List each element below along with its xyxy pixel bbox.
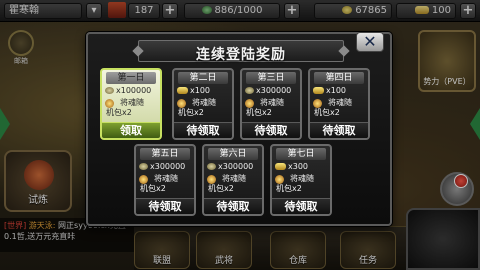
soul-line1: 将魂随 xyxy=(120,98,144,107)
soul-line1: 将魂随 xyxy=(260,98,284,107)
dialog-title: 连续登陆奖励 xyxy=(196,47,286,63)
reward-amount: x100 xyxy=(177,86,210,96)
gold-ingot-icon xyxy=(313,87,324,94)
soul-pack-icon xyxy=(313,99,322,108)
amount-text: x300000 xyxy=(256,86,292,95)
soul-line2: 机包x2 xyxy=(106,108,132,117)
silver-icon xyxy=(245,87,254,94)
soul-line2: 机包x2 xyxy=(140,184,166,193)
soul-pack-icon xyxy=(177,99,186,108)
reward-card-day4[interactable]: 第四日 x100 将魂随 机包x2 待领取 xyxy=(308,68,370,140)
reward-card-day6[interactable]: 第六日 x300000 将魂随 机包x2 待领取 xyxy=(202,144,264,216)
reward-card-day3[interactable]: 第三日 x300000 将魂随 机包x2 待领取 xyxy=(240,68,302,140)
pending-button[interactable]: 待领取 xyxy=(310,122,368,138)
pending-button[interactable]: 待领取 xyxy=(136,198,194,214)
soul-pack-icon xyxy=(245,99,254,108)
day-label: 第五日 xyxy=(140,148,190,160)
amount-text: x100000 xyxy=(116,86,152,95)
soul-line1: 将魂随 xyxy=(154,174,178,183)
gold-ingot-icon xyxy=(275,163,286,170)
soul-pack-icon xyxy=(275,175,284,184)
soul-line2: 机包x2 xyxy=(178,108,204,117)
reward-amount: x100000 xyxy=(105,86,151,96)
soul-pack-icon xyxy=(105,99,114,108)
amount-text: x100 xyxy=(190,86,211,95)
soul-line2: 机包x2 xyxy=(276,184,302,193)
soul-line1: 将魂随 xyxy=(192,98,216,107)
reward-card-day5[interactable]: 第五日 x300000 将魂随 机包x2 待领取 xyxy=(134,144,196,216)
reward-amount: x300 xyxy=(275,162,308,172)
close-button[interactable]: ✕ xyxy=(356,32,384,52)
soul-line2: 机包x2 xyxy=(208,184,234,193)
soul-line2: 机包x2 xyxy=(314,108,340,117)
gold-ingot-icon xyxy=(177,87,188,94)
silver-icon xyxy=(105,87,114,94)
silver-icon xyxy=(139,163,148,170)
day-label: 第一日 xyxy=(106,72,156,84)
reward-amount: x300000 xyxy=(207,162,253,172)
reward-card-day1[interactable]: 第一日 x100000 将魂随 机包x2 领取 xyxy=(100,68,162,140)
login-reward-dialog: 连续登陆奖励 ✕ 第一日 x100000 将魂随 机包x2 领取 第二日 x10… xyxy=(86,32,392,226)
day-label: 第七日 xyxy=(276,148,326,160)
amount-text: x100 xyxy=(326,86,347,95)
reward-amount: x300000 xyxy=(139,162,185,172)
soul-line2: 机包x2 xyxy=(246,108,272,117)
reward-card-day2[interactable]: 第二日 x100 将魂随 机包x2 待领取 xyxy=(172,68,234,140)
day-label: 第四日 xyxy=(314,72,364,84)
day-label: 第二日 xyxy=(178,72,228,84)
pending-button[interactable]: 待领取 xyxy=(204,198,262,214)
silver-icon xyxy=(207,163,216,170)
reward-card-day7[interactable]: 第七日 x300 将魂随 机包x2 待领取 xyxy=(270,144,332,216)
dialog-title-plate: 连续登陆奖励 xyxy=(138,40,344,63)
reward-amount: x100 xyxy=(313,86,346,96)
soul-line1: 将魂随 xyxy=(222,174,246,183)
soul-pack-icon xyxy=(139,175,148,184)
amount-text: x300000 xyxy=(218,162,254,171)
pending-button[interactable]: 待领取 xyxy=(242,122,300,138)
claim-button[interactable]: 领取 xyxy=(102,122,160,138)
day-label: 第六日 xyxy=(208,148,258,160)
soul-line1: 将魂随 xyxy=(328,98,352,107)
amount-text: x300000 xyxy=(150,162,186,171)
reward-amount: x300000 xyxy=(245,86,291,96)
soul-pack-icon xyxy=(207,175,216,184)
pending-button[interactable]: 待领取 xyxy=(174,122,232,138)
pending-button[interactable]: 待领取 xyxy=(272,198,330,214)
amount-text: x300 xyxy=(288,162,309,171)
day-label: 第三日 xyxy=(246,72,296,84)
soul-line1: 将魂随 xyxy=(290,174,314,183)
